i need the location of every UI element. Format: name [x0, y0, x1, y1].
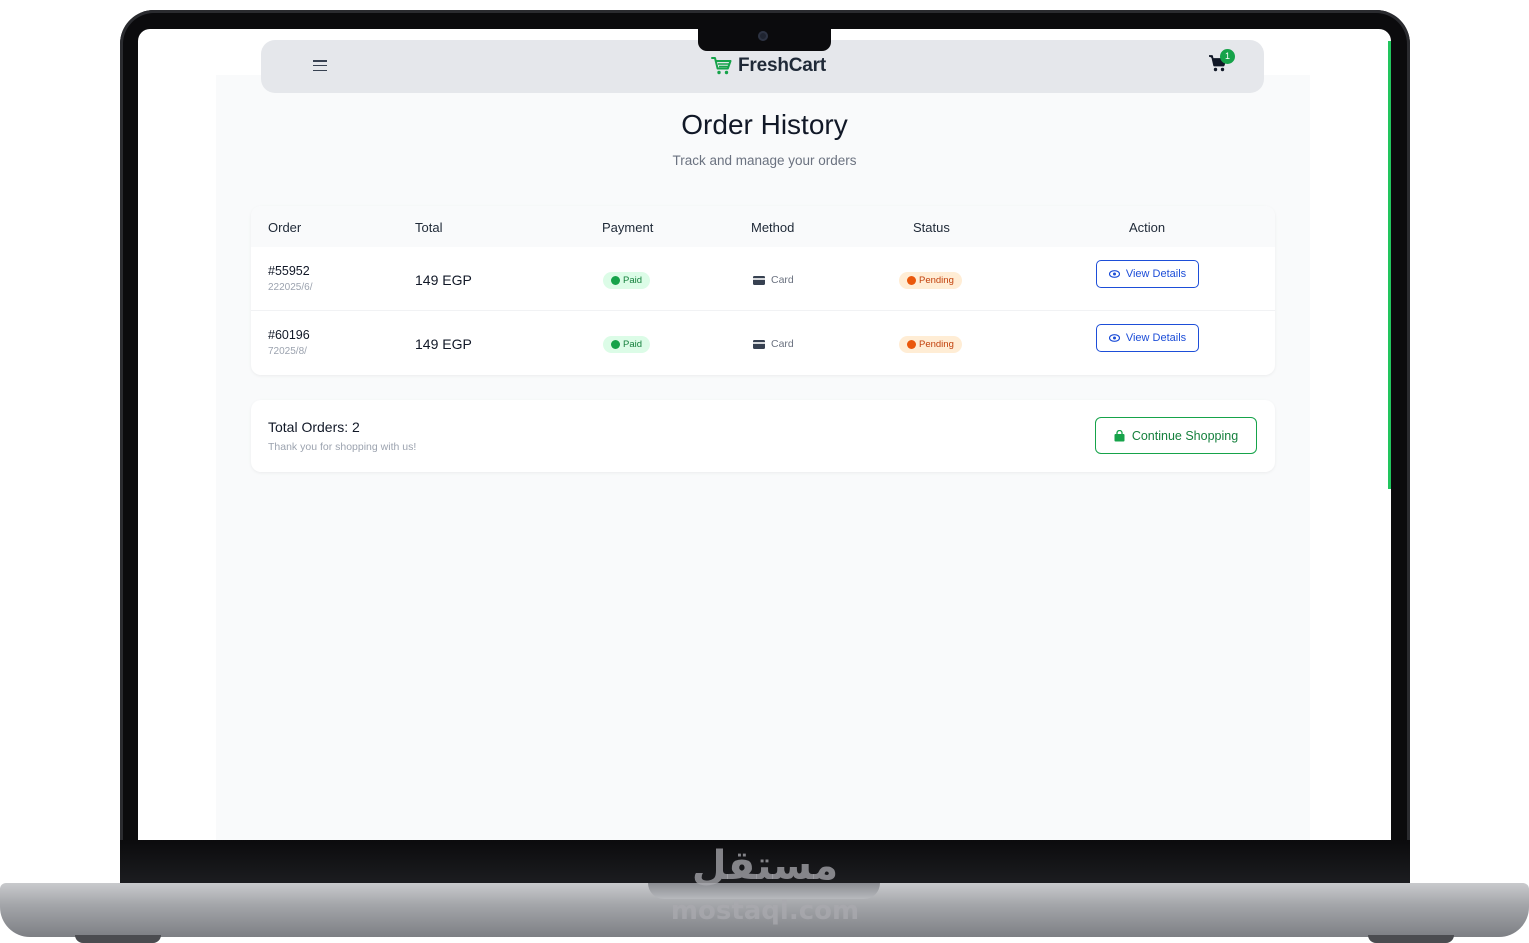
- clock-icon: [907, 276, 916, 285]
- shopping-bag-icon: [1114, 429, 1125, 441]
- eye-icon: [1108, 270, 1120, 278]
- page-subtitle: Track and manage your orders: [672, 153, 857, 168]
- clock-icon: [907, 340, 916, 349]
- payment-method: Card: [753, 274, 794, 286]
- laptop-foot-right: [1368, 935, 1454, 943]
- column-header-payment: Payment: [602, 220, 654, 235]
- order-total: 149 EGP: [415, 336, 472, 352]
- cart-button[interactable]: 1: [1208, 49, 1235, 78]
- view-details-button[interactable]: View Details: [1096, 324, 1199, 352]
- laptop-foot-left: [75, 935, 161, 943]
- order-status-badge: Pending: [899, 336, 962, 353]
- column-header-action: Action: [1129, 220, 1166, 235]
- screen: FreshCart 1 Order History Track and mana…: [138, 29, 1391, 840]
- eye-icon: [1108, 334, 1120, 342]
- watermark-latin: mostaql.com: [670, 896, 860, 926]
- page-title: Order History: [681, 109, 848, 140]
- order-status-label: Pending: [919, 275, 954, 286]
- column-header-status: Status: [913, 220, 950, 235]
- credit-card-icon: [753, 339, 765, 349]
- brand-name: FreshCart: [738, 55, 826, 76]
- payment-status-badge: Paid: [603, 336, 651, 353]
- payment-method: Card: [753, 338, 794, 350]
- payment-status-label: Paid: [623, 339, 643, 350]
- hamburger-menu-icon[interactable]: [313, 60, 327, 72]
- check-circle-icon: [611, 340, 620, 349]
- table-row: #55952 222025/6/ 149 EGP Paid Card Pendi…: [251, 247, 1275, 311]
- total-orders-count: Total Orders: 2: [268, 419, 360, 435]
- payment-status-label: Paid: [623, 275, 643, 286]
- payment-method-label: Card: [771, 338, 794, 350]
- payment-method-label: Card: [771, 274, 794, 286]
- orders-summary: Total Orders: 2 Thank you for shopping w…: [251, 400, 1275, 472]
- order-id: #60196: [268, 328, 310, 342]
- order-id: #55952: [268, 264, 310, 278]
- order-status-badge: Pending: [899, 272, 962, 289]
- column-header-method: Method: [751, 220, 795, 235]
- payment-status-badge: Paid: [603, 272, 651, 289]
- table-header: Order Total Payment Method Status Action: [251, 206, 1275, 247]
- brand-logo[interactable]: FreshCart: [711, 54, 826, 78]
- order-status-label: Pending: [919, 339, 954, 350]
- watermark: مستقل mostaql.com: [660, 845, 870, 925]
- table-row: #60196 72025/8/ 149 EGP Paid Card Pendin…: [251, 311, 1275, 375]
- check-circle-icon: [611, 276, 620, 285]
- thank-you-message: Thank you for shopping with us!: [268, 441, 417, 453]
- camera-notch: [698, 28, 831, 51]
- shopping-cart-logo-icon: [711, 57, 732, 75]
- column-header-order: Order: [268, 220, 302, 235]
- order-date: 72025/8/: [268, 346, 307, 357]
- continue-shopping-label: Continue Shopping: [1131, 428, 1239, 443]
- column-header-total: Total: [415, 220, 443, 235]
- view-details-label: View Details: [1125, 332, 1187, 344]
- camera-icon: [758, 31, 768, 41]
- credit-card-icon: [753, 275, 765, 285]
- view-details-label: View Details: [1125, 268, 1187, 280]
- watermark-arabic: مستقل: [691, 843, 839, 889]
- order-total: 149 EGP: [415, 272, 472, 288]
- order-date: 222025/6/: [268, 282, 313, 293]
- orders-table: Order Total Payment Method Status Action…: [251, 206, 1275, 375]
- cart-count-badge: 1: [1220, 49, 1235, 64]
- continue-shopping-button[interactable]: Continue Shopping: [1095, 417, 1257, 454]
- view-details-button[interactable]: View Details: [1096, 260, 1199, 288]
